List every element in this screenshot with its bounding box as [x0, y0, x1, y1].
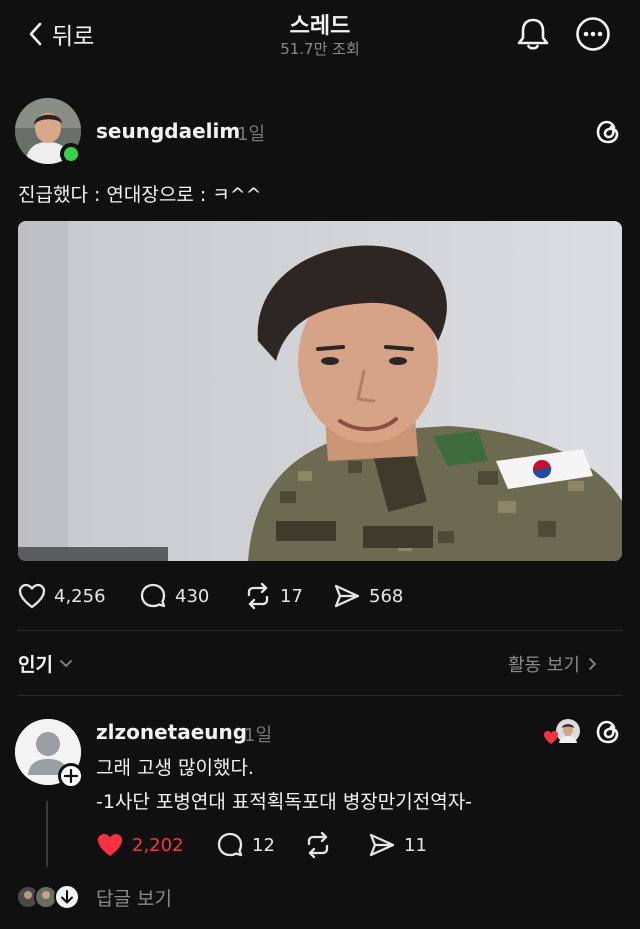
threads-logo-icon[interactable] [594, 718, 622, 746]
comment-count: 430 [175, 585, 210, 607]
reply-comment-count: 12 [252, 834, 275, 856]
thread-line [46, 801, 48, 867]
reply-comment-button[interactable]: 12 [216, 831, 275, 859]
reply-share-count: 11 [404, 834, 427, 856]
chevron-right-icon [589, 658, 596, 670]
reply-avatars-stack [16, 884, 80, 910]
comment-button[interactable]: 430 [139, 582, 209, 610]
more-options-icon[interactable] [575, 16, 611, 52]
threads-logo-icon[interactable] [594, 118, 622, 146]
reply-time: 1일 [244, 725, 273, 746]
follow-button[interactable] [58, 763, 84, 789]
heart-filled-icon [98, 834, 122, 856]
repost-icon [247, 582, 269, 610]
liked-by-author-badge [544, 719, 580, 744]
like-count: 4,256 [54, 585, 106, 607]
view-replies-link[interactable]: 답글 보기 [96, 884, 172, 911]
send-icon [334, 584, 360, 608]
post-author[interactable]: seungdaelim [96, 119, 240, 143]
plus-icon [64, 769, 78, 783]
post-time: 1일 [237, 124, 266, 145]
reply-like-count: 2,202 [132, 834, 184, 856]
sort-dropdown[interactable]: 인기 [18, 650, 73, 677]
chevron-down-icon [60, 659, 72, 667]
view-activity-link[interactable]: 활동 보기 [508, 651, 598, 677]
reply-share-button[interactable]: 11 [368, 831, 427, 859]
online-status-dot [60, 143, 82, 165]
reply-like-button[interactable]: 2,202 [96, 831, 184, 859]
post-photo[interactable] [18, 221, 622, 561]
reply-author[interactable]: zlzonetaeung [96, 720, 247, 744]
comment-icon [217, 832, 243, 857]
share-count: 568 [369, 585, 404, 607]
activity-label: 활동 보기 [508, 655, 580, 676]
divider [18, 630, 622, 631]
send-icon [369, 833, 395, 857]
repost-icon [307, 831, 329, 859]
post-caption: 진급했다 : 연대장으로 : ㅋ^^ [18, 184, 262, 206]
reply-text-line: -1사단 포병연대 표적획독포대 병장만기전역자- [96, 791, 473, 813]
repost-count: 17 [280, 585, 303, 607]
share-button[interactable]: 568 [333, 582, 403, 610]
divider [18, 695, 622, 696]
reply-text-line: 그래 고생 많이했다. [96, 757, 254, 779]
reply-repost-button[interactable] [304, 831, 332, 859]
heart-icon [18, 583, 46, 609]
selfie-image [18, 221, 622, 561]
comment-icon [140, 583, 166, 608]
repost-button[interactable]: 17 [244, 582, 303, 610]
like-button[interactable]: 4,256 [18, 582, 106, 610]
sort-label: 인기 [18, 654, 53, 676]
bell-icon[interactable] [516, 16, 550, 52]
